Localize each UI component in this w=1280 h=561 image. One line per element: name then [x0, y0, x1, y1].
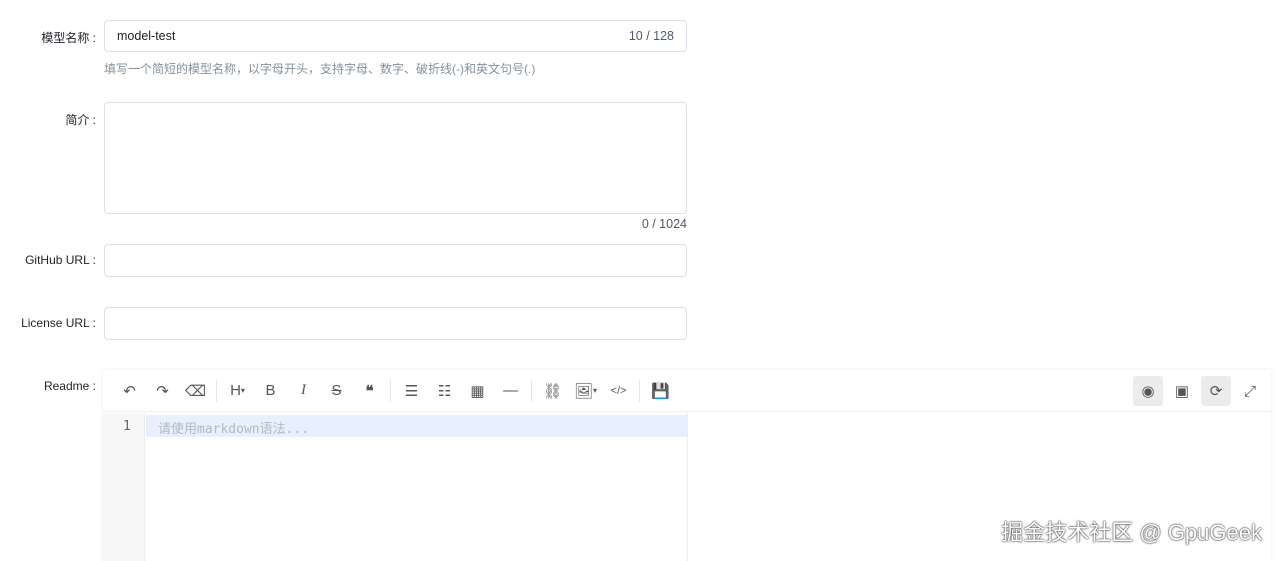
intro-textarea[interactable]: [104, 102, 687, 214]
line-gutter: [103, 413, 145, 561]
line-number: 1: [123, 419, 131, 434]
layout-icon[interactable]: ▣: [1167, 376, 1197, 406]
github-url-label: GitHub URL :: [25, 253, 96, 267]
unordered-list-icon[interactable]: ☰: [395, 377, 428, 405]
toolbar-divider: [531, 379, 532, 402]
quote-button[interactable]: ❝: [353, 377, 386, 405]
model-name-help: 填写一个简短的模型名称，以字母开头，支持字母、数字、破折线(-)和英文句号(.): [104, 62, 536, 76]
link-icon[interactable]: ⛓: [536, 377, 569, 405]
toolbar-divider: [390, 379, 391, 402]
model-name-input[interactable]: model-test 10 / 128: [104, 20, 687, 52]
eraser-icon[interactable]: ⌫: [179, 377, 212, 405]
table-icon[interactable]: ▦: [461, 377, 494, 405]
model-name-value: model-test: [117, 29, 176, 43]
intro-count: 0 / 1024: [641, 217, 687, 231]
undo-icon[interactable]: ↶: [113, 377, 146, 405]
intro-label: 简介 :: [65, 113, 96, 127]
github-url-input[interactable]: [104, 244, 687, 277]
bold-button[interactable]: B: [254, 377, 287, 405]
sync-scroll-icon[interactable]: ⟳: [1201, 376, 1231, 406]
code-button[interactable]: </>: [602, 377, 635, 405]
editor-input[interactable]: 请使用markdown语法...: [146, 415, 687, 437]
strikethrough-button[interactable]: S: [320, 377, 353, 405]
ordered-list-icon[interactable]: ☷: [428, 377, 461, 405]
toolbar-divider: [216, 379, 217, 402]
redo-icon[interactable]: ↷: [146, 377, 179, 405]
image-icon[interactable]: 🖼 ▾: [569, 377, 602, 405]
italic-button[interactable]: I: [287, 377, 320, 405]
preview-divider: [687, 413, 688, 561]
model-name-count: 10 / 128: [628, 29, 674, 43]
save-icon[interactable]: 💾: [644, 377, 677, 405]
license-url-input[interactable]: [104, 307, 687, 340]
editor-toolbar: ↶ ↷ ⌫ H ▾ B I S ❝ ☰ ☷ ▦ — ⛓ 🖼 ▾ </> 💾 ◉ ▣ …: [103, 370, 1271, 412]
horizontal-rule-icon[interactable]: —: [494, 377, 527, 405]
toolbar-divider: [639, 379, 640, 402]
heading-label: H: [230, 382, 241, 399]
heading-button[interactable]: H ▾: [221, 377, 254, 405]
license-url-label: License URL :: [21, 316, 96, 330]
watermark: 掘金技术社区 @ GpuGeek: [1001, 520, 1262, 545]
preview-eye-icon[interactable]: ◉: [1133, 376, 1163, 406]
fullscreen-icon[interactable]: ⤢: [1235, 376, 1265, 406]
model-name-label: 模型名称 :: [41, 31, 96, 45]
readme-label: Readme :: [43, 379, 96, 393]
